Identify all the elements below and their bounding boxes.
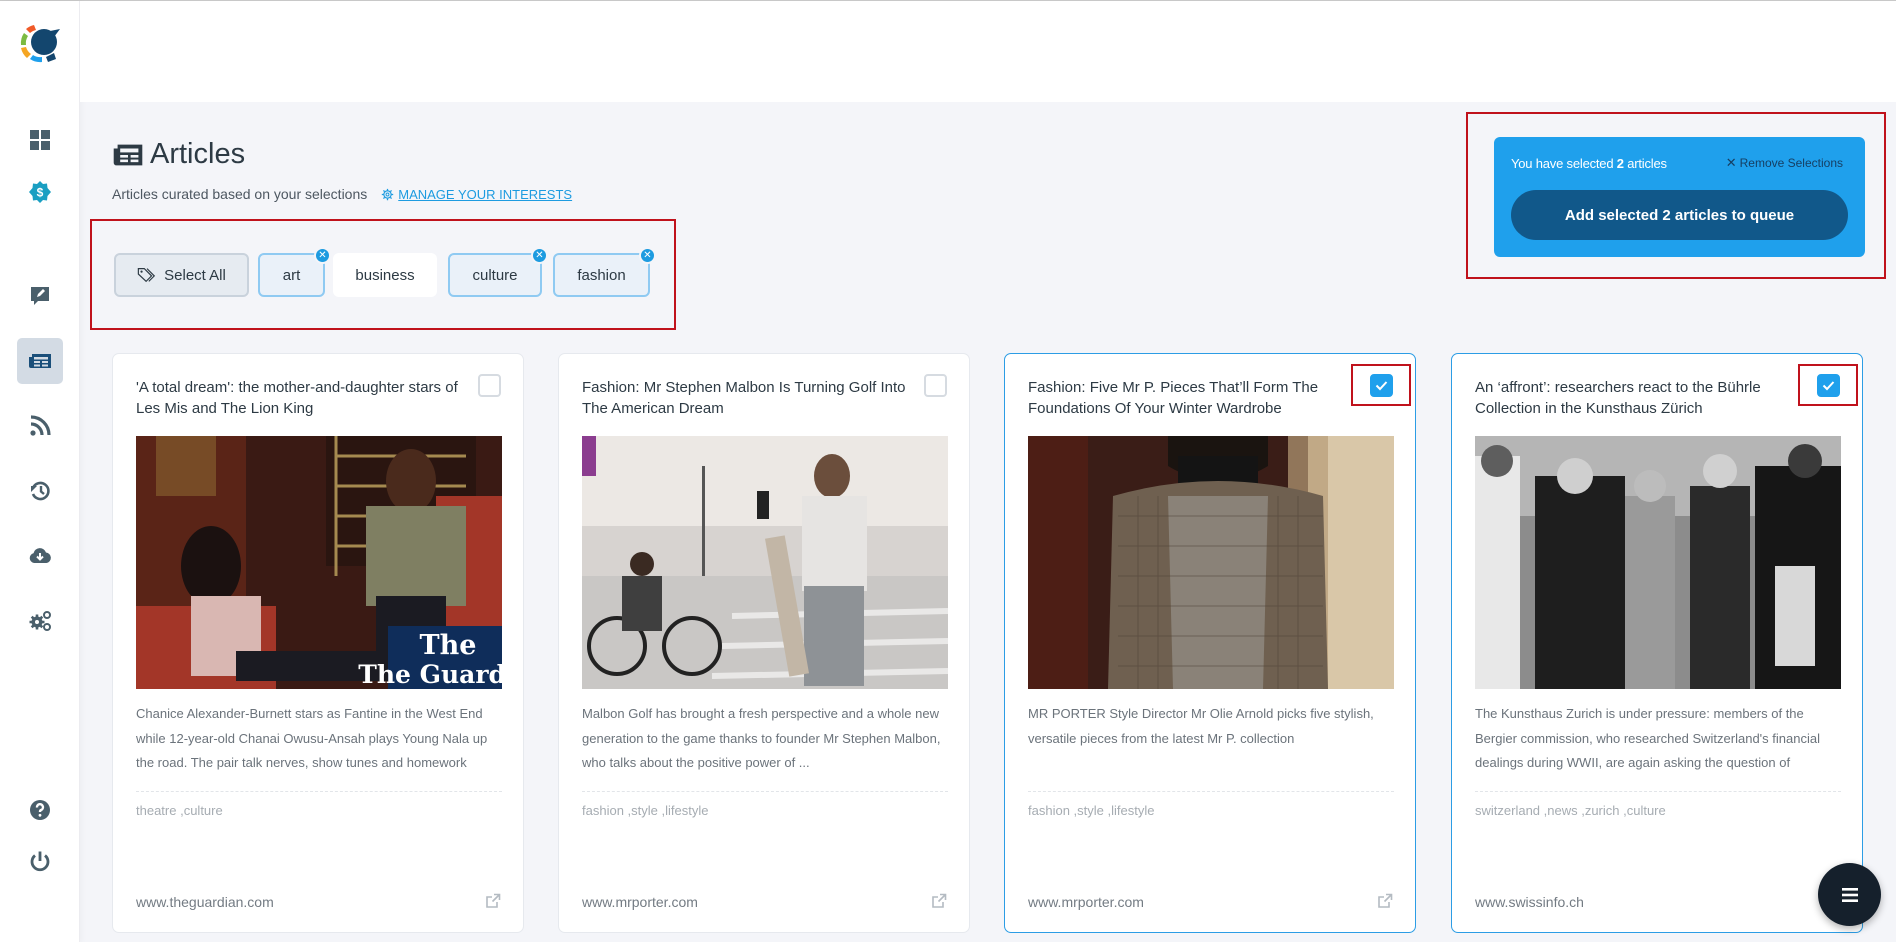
sidebar-item-billing[interactable]: $	[17, 169, 63, 215]
remove-selections-button[interactable]: ✕ Remove Selections	[1726, 155, 1843, 171]
newspaper-icon	[113, 144, 143, 165]
sidebar: $	[0, 1, 80, 942]
manage-interests-link[interactable]: MANAGE YOUR INTERESTS	[381, 187, 572, 202]
article-source: www.swissinfo.ch	[1475, 894, 1584, 910]
top-bar	[80, 1, 1896, 102]
external-link-icon[interactable]	[931, 893, 947, 909]
gear-icon	[382, 188, 394, 200]
close-icon: ✕	[1725, 155, 1737, 170]
svg-text:The: The	[420, 630, 477, 661]
power-icon	[30, 851, 50, 872]
article-source: www.theguardian.com	[136, 894, 274, 910]
article-card[interactable]: 'A total dream': the mother-and-daughter…	[112, 353, 524, 933]
article-tags: fashion ,style ,lifestyle	[1028, 803, 1155, 818]
image-badge-text: The Guardia	[358, 660, 502, 689]
article-title[interactable]: Fashion: Five Mr P. Pieces That’ll Form …	[1028, 377, 1358, 419]
card-divider	[136, 791, 502, 792]
article-image	[1475, 436, 1841, 689]
article-description: Malbon Golf has brought a fresh perspect…	[582, 706, 941, 770]
select-all-button[interactable]: Select All	[114, 253, 249, 297]
page-subtitle: Articles curated based on your selection…	[112, 186, 572, 202]
remove-tag-icon[interactable]: ✕	[314, 247, 331, 264]
card-divider	[1028, 791, 1394, 792]
remove-tag-icon[interactable]: ✕	[531, 247, 548, 264]
sidebar-item-settings[interactable]	[17, 598, 63, 644]
tag-label: art	[282, 266, 301, 284]
article-card[interactable]: An ‘affront’: researchers react to the B…	[1451, 353, 1863, 933]
article-tags: switzerland ,news ,zurich ,culture	[1475, 803, 1666, 818]
grid-icon	[30, 130, 50, 150]
check-icon	[1375, 381, 1388, 391]
tag-label: culture	[472, 266, 518, 284]
tag-culture[interactable]: culture ✕	[448, 247, 548, 297]
article-title[interactable]: 'A total dream': the mother-and-daughter…	[136, 377, 466, 419]
history-icon	[31, 481, 50, 501]
external-link-icon[interactable]	[1377, 893, 1393, 909]
tags-icon	[137, 268, 156, 283]
remove-tag-icon[interactable]: ✕	[639, 247, 656, 264]
interest-tag-filters: Select All art ✕ business culture ✕ fash…	[90, 219, 676, 330]
card-divider	[582, 791, 948, 792]
article-image: The The Guardia	[136, 436, 502, 689]
sidebar-item-downloads[interactable]	[17, 533, 63, 579]
article-tags: fashion ,style ,lifestyle	[582, 803, 709, 818]
article-title[interactable]: Fashion: Mr Stephen Malbon Is Turning Go…	[582, 377, 912, 419]
cloud-download-icon	[29, 548, 51, 563]
selection-prefix: You have selected	[1511, 156, 1617, 171]
dollar-badge-icon: $	[29, 181, 51, 203]
article-select-checkbox[interactable]	[478, 374, 501, 397]
article-description: MR PORTER Style Director Mr Olie Arnold …	[1028, 706, 1374, 746]
page-title: Articles	[112, 138, 245, 171]
tag-business[interactable]: business	[333, 253, 437, 297]
gears-icon	[29, 611, 51, 631]
menu-icon	[1841, 887, 1858, 902]
sidebar-item-dashboard[interactable]	[17, 117, 63, 163]
add-to-queue-button[interactable]: Add selected 2 articles to queue	[1511, 190, 1848, 240]
article-description: Chanice Alexander-Burnett stars as Fanti…	[136, 706, 488, 770]
article-card[interactable]: Fashion: Mr Stephen Malbon Is Turning Go…	[558, 353, 970, 933]
sidebar-item-logout[interactable]	[17, 838, 63, 884]
rss-icon	[30, 415, 51, 436]
floating-menu-button[interactable]	[1818, 863, 1881, 926]
external-link-icon[interactable]	[485, 893, 501, 909]
page-title-text: Articles	[150, 138, 246, 170]
manage-interests-label: MANAGE YOUR INTERESTS	[398, 186, 573, 202]
sidebar-item-articles[interactable]	[17, 338, 63, 384]
tag-fashion[interactable]: fashion ✕	[553, 247, 656, 297]
article-tags: theatre ,culture	[136, 803, 223, 818]
app-logo[interactable]	[20, 23, 60, 63]
article-description: The Kunsthaus Zurich is under pressure: …	[1475, 706, 1820, 770]
select-all-label: Select All	[164, 266, 226, 284]
card-divider	[1475, 791, 1841, 792]
article-card[interactable]: Fashion: Five Mr P. Pieces That’ll Form …	[1004, 353, 1416, 933]
subtitle-text: Articles curated based on your selection…	[112, 186, 368, 202]
article-image	[1028, 436, 1394, 689]
article-select-checkbox[interactable]	[1817, 374, 1840, 397]
selection-count: 2	[1616, 156, 1624, 171]
comment-edit-icon	[31, 287, 49, 305]
tag-label: fashion	[577, 266, 626, 284]
sidebar-item-help[interactable]	[17, 787, 63, 833]
selection-suffix: articles	[1623, 156, 1667, 171]
selection-panel: You have selected 2 articles ✕ Remove Se…	[1494, 137, 1865, 257]
selection-count-text: You have selected 2 articles	[1511, 156, 1667, 171]
newspaper-icon	[29, 354, 51, 368]
sidebar-item-compose[interactable]	[17, 273, 63, 319]
remove-selections-label: Remove Selections	[1739, 156, 1843, 170]
question-circle-icon	[30, 800, 50, 820]
sidebar-item-feeds[interactable]	[17, 403, 63, 449]
article-select-checkbox[interactable]	[924, 374, 947, 397]
article-source: www.mrporter.com	[582, 894, 698, 910]
svg-text:$: $	[37, 186, 44, 200]
article-title[interactable]: An ‘affront’: researchers react to the B…	[1475, 377, 1805, 419]
sidebar-item-history[interactable]	[17, 468, 63, 514]
check-icon	[1822, 381, 1835, 391]
tag-art[interactable]: art ✕	[258, 247, 331, 297]
article-image	[582, 436, 948, 689]
article-source: www.mrporter.com	[1028, 894, 1144, 910]
article-select-checkbox[interactable]	[1370, 374, 1393, 397]
tag-label: business	[355, 266, 415, 284]
